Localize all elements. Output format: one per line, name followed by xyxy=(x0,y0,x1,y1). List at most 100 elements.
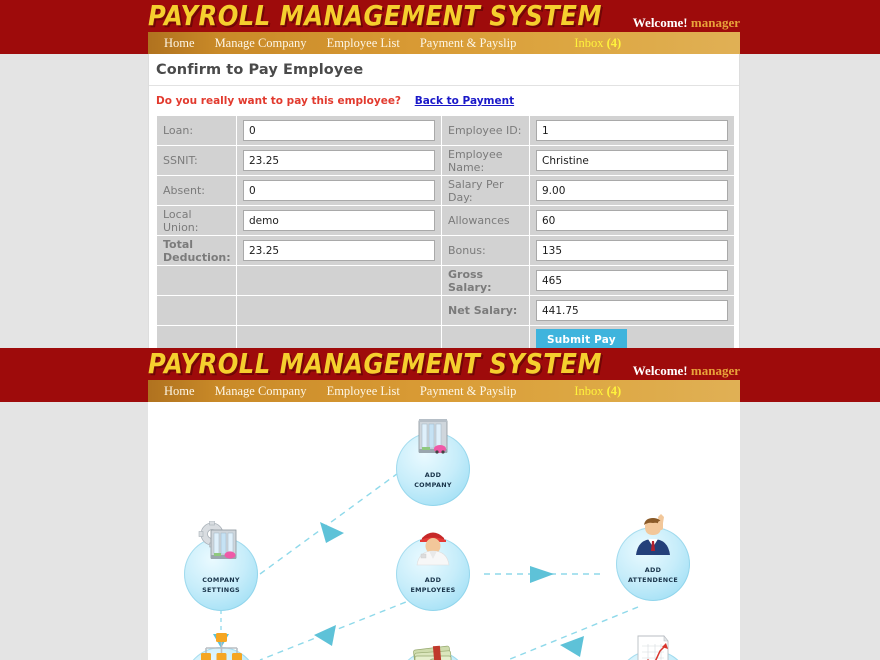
diagram-node-label: ADD EMPLOYEES xyxy=(396,576,470,595)
node-label-line2: EMPLOYEES xyxy=(410,585,456,594)
workflow-diagram-section: ADD COMPANY COMPANY SETTINGS ADD EMPLOYE… xyxy=(0,402,880,660)
org-chart-icon xyxy=(201,633,242,660)
username-label-2: manager xyxy=(690,363,740,378)
total-deduction-input[interactable] xyxy=(243,240,435,261)
arrow-head-to-cash xyxy=(560,636,584,657)
welcome-message: Welcome! manager xyxy=(633,15,740,31)
nav-item-employee-list-2[interactable]: Employee List xyxy=(317,380,410,402)
welcome-label-2: Welcome! xyxy=(632,363,688,378)
cell-absent-input xyxy=(236,175,442,206)
label-local-union: Local Union: xyxy=(156,205,237,236)
label-total-deduction: Total Deduction: xyxy=(156,235,237,266)
nav-item-manage-company-2[interactable]: Manage Company xyxy=(205,380,317,402)
employee-id-input[interactable] xyxy=(536,120,728,141)
diagram-node-label: COMPANY SETTINGS xyxy=(184,576,258,595)
bonus-input[interactable] xyxy=(536,240,728,261)
report-chart-icon xyxy=(637,635,669,660)
node-label-line2: SETTINGS xyxy=(202,585,240,594)
cell-total-deduction-input xyxy=(236,235,442,266)
node-label-line1: ADD xyxy=(644,566,662,575)
content-card: Confirm to Pay Employee Do you really wa… xyxy=(148,54,740,366)
employee-name-input[interactable] xyxy=(536,150,728,171)
diagram-node-add-attendence[interactable]: ADD ATTENDENCE xyxy=(616,514,690,601)
node-label-line1: ADD xyxy=(424,471,442,480)
cash-stack-icon xyxy=(413,645,452,660)
username-label: manager xyxy=(690,15,740,30)
label-employee-name: Employee Name: xyxy=(441,145,530,176)
inbox-count-2: (4) xyxy=(606,384,622,398)
net-salary-input[interactable] xyxy=(536,300,728,321)
label-allowances: Allowances xyxy=(441,205,530,236)
cell-salary-per-day-input xyxy=(529,175,735,206)
nav-item-inbox[interactable]: Inbox (4) xyxy=(564,32,631,54)
workflow-diagram-canvas: ADD COMPANY COMPANY SETTINGS ADD EMPLOYE… xyxy=(148,402,740,660)
welcome-label: Welcome! xyxy=(632,15,688,30)
cell-gross-salary-input xyxy=(529,265,735,296)
site-title: PAYROLL MANAGEMENT SYSTEM xyxy=(148,0,602,32)
main-nav-2: Home Manage Company Employee List Paymen… xyxy=(148,380,740,402)
worker-icon xyxy=(416,532,450,566)
diagram-node-add-employees[interactable]: ADD EMPLOYEES xyxy=(396,532,470,611)
loan-input[interactable] xyxy=(243,120,435,141)
browser-viewport: PAYROLL MANAGEMENT SYSTEM Welcome! manag… xyxy=(0,0,880,660)
arrow-head-to-company xyxy=(320,522,344,543)
nav-item-inbox-2[interactable]: Inbox (4) xyxy=(564,380,631,402)
edge-settings-to-company xyxy=(259,459,417,575)
label-ssnit: SSNIT: xyxy=(156,145,237,176)
second-page-section: PAYROLL MANAGEMENT SYSTEM Welcome! manag… xyxy=(0,347,880,660)
inbox-label-2: Inbox xyxy=(574,384,604,398)
pay-confirm-table: Loan: Employee ID: SSNIT: Employee Name: xyxy=(156,115,735,356)
back-to-payment-link[interactable]: Back to Payment xyxy=(415,95,514,107)
cell-net-salary-input xyxy=(529,295,735,326)
cell-employee-name-input xyxy=(529,145,735,176)
table-row: Gross Salary: xyxy=(156,265,735,296)
gear-building-icon xyxy=(198,521,237,559)
table-row: Net Salary: xyxy=(156,295,735,326)
confirm-prompt: Do you really want to pay this employee?… xyxy=(149,86,739,115)
inbox-count: (4) xyxy=(606,36,622,50)
site-banner: PAYROLL MANAGEMENT SYSTEM Welcome! manag… xyxy=(0,0,880,32)
absent-input[interactable] xyxy=(243,180,435,201)
node-label-line2: COMPANY xyxy=(414,480,452,489)
ssnit-input[interactable] xyxy=(243,150,435,171)
office-building-icon xyxy=(418,419,448,454)
nav-item-home[interactable]: Home xyxy=(154,32,205,54)
welcome-message-2: Welcome! manager xyxy=(633,363,740,379)
nav-bar-wrap-2: Home Manage Company Employee List Paymen… xyxy=(0,380,880,402)
diagram-node-company-settings[interactable]: COMPANY SETTINGS xyxy=(184,521,258,611)
nav-item-employee-list[interactable]: Employee List xyxy=(317,32,410,54)
label-salary-per-day: Salary Per Day: xyxy=(441,175,530,206)
diagram-node-add-company[interactable]: ADD COMPANY xyxy=(396,419,470,506)
page-title: Confirm to Pay Employee xyxy=(149,54,739,86)
label-bonus: Bonus: xyxy=(441,235,530,266)
diagram-node-label: ADD COMPANY xyxy=(396,471,470,490)
spacer-cell-left-4 xyxy=(236,295,442,326)
local-union-input[interactable] xyxy=(243,210,435,231)
nav-bar-wrap: Home Manage Company Employee List Paymen… xyxy=(0,32,880,54)
table-row: Loan: Employee ID: xyxy=(156,115,735,146)
node-label-line1: ADD xyxy=(424,576,442,585)
spacer-cell-left-1 xyxy=(156,265,237,296)
nav-item-payment-payslip[interactable]: Payment & Payslip xyxy=(410,32,527,54)
table-row: Local Union: Allowances xyxy=(156,205,735,236)
site-banner-2: PAYROLL MANAGEMENT SYSTEM Welcome! manag… xyxy=(0,347,880,380)
nav-item-payment-payslip-2[interactable]: Payment & Payslip xyxy=(410,380,527,402)
spacer-cell-left-2 xyxy=(236,265,442,296)
nav-item-manage-company[interactable]: Manage Company xyxy=(205,32,317,54)
label-gross-salary: Gross Salary: xyxy=(441,265,530,296)
label-loan: Loan: xyxy=(156,115,237,146)
edge-attendence-to-cash xyxy=(505,606,639,660)
main-nav: Home Manage Company Employee List Paymen… xyxy=(148,32,740,54)
nav-item-home-2[interactable]: Home xyxy=(154,380,205,402)
inbox-label: Inbox xyxy=(574,36,604,50)
cell-allowances-input xyxy=(529,205,735,236)
arrow-head-to-attendence xyxy=(530,566,554,583)
salary-per-day-input[interactable] xyxy=(536,180,728,201)
cell-bonus-input xyxy=(529,235,735,266)
pay-confirm-body: Loan: Employee ID: SSNIT: Employee Name: xyxy=(156,115,735,356)
allowances-input[interactable] xyxy=(536,210,728,231)
cell-loan-input xyxy=(236,115,442,146)
businessman-hand-icon xyxy=(636,514,670,555)
label-employee-id: Employee ID: xyxy=(441,115,530,146)
gross-salary-input[interactable] xyxy=(536,270,728,291)
